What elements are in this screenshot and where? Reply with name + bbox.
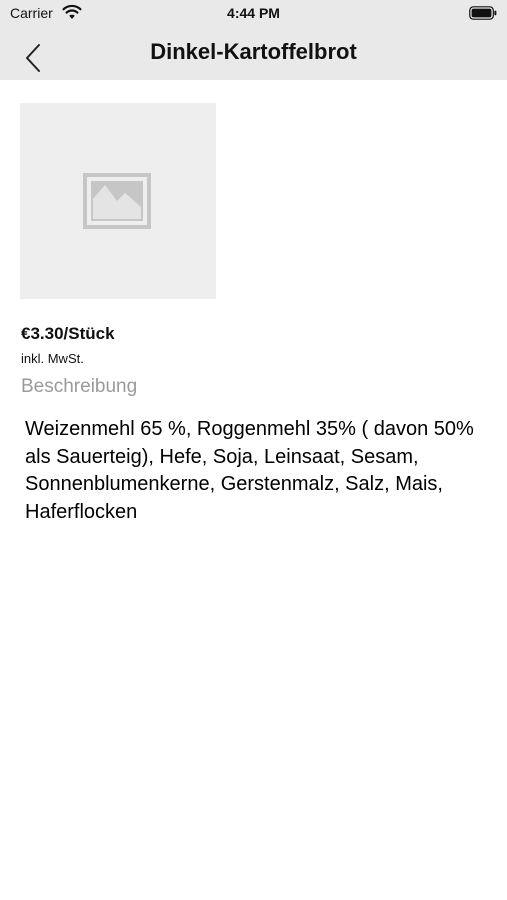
page-title: Dinkel-Kartoffelbrot: [150, 39, 357, 64]
battery-icon: [469, 6, 497, 20]
product-description: Weizenmehl 65 %, Roggenmehl 35% ( davon …: [25, 418, 474, 523]
clock-time: 4:44 PM: [227, 5, 280, 21]
description-heading: Beschreibung: [21, 376, 138, 397]
top-bar: Carrier 4:44 PM Dinkel-Kartoffelbrot: [0, 0, 507, 80]
product-image: [20, 103, 216, 299]
status-bar: Carrier 4:44 PM: [0, 0, 507, 28]
image-placeholder-icon: [83, 173, 151, 229]
tax-note: inkl. MwSt.: [21, 351, 84, 366]
navigation-bar: Dinkel-Kartoffelbrot: [0, 28, 507, 80]
product-price: €3.30/Stück: [21, 324, 115, 343]
